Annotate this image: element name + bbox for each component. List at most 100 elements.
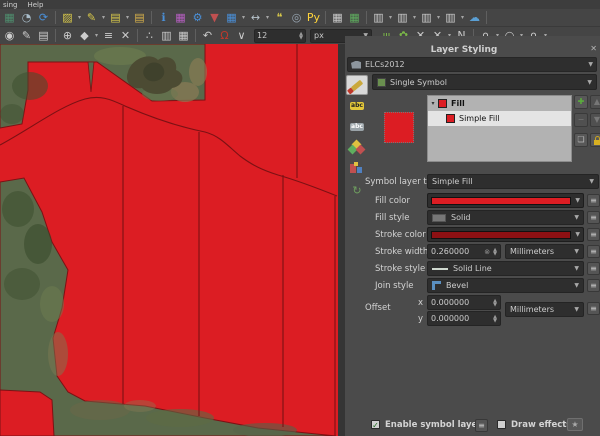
delete-selected-icon[interactable]: ✕ [117,28,134,44]
tree-row-fill[interactable]: ▾ Fill [428,96,571,111]
remove-symbol-layer-button[interactable]: − [574,113,588,127]
stepper-arrows-icon[interactable]: ▲▼ [493,315,497,323]
processing-toolbox-icon[interactable]: ⚙ [189,10,206,26]
clear-value-icon[interactable]: ⊗ [484,248,490,256]
tree-row-label: Fill [451,99,465,108]
enable-symbol-layer-checkbox[interactable]: ✓ [371,420,380,429]
highlight-labels-icon[interactable]: ▥ [394,10,411,26]
data-defined-override-button[interactable]: ≡ [475,419,488,432]
tracing-icon[interactable]: ∨ [233,28,250,44]
3d-view-icon[interactable] [346,138,368,158]
join-style-select[interactable]: Bevel ▼ [427,278,584,293]
add-symbol-layer-button[interactable]: ✚ [574,95,588,109]
stroke-color-label: Stroke color [375,230,426,240]
stepper-arrows-icon[interactable]: ▲▼ [493,299,497,307]
remove-annotation-icon[interactable]: ▤ [107,10,124,26]
map-canvas[interactable] [0,44,338,436]
stroke-width-stepper[interactable]: 0.260000 ⊗ ▲▼ [427,244,501,259]
data-defined-override-button[interactable]: ≡ [587,245,600,258]
map-icon[interactable]: ▦ [1,10,18,26]
symbol-layer-type-select[interactable]: Simple Fill ▼ [427,174,599,189]
close-icon[interactable]: ✕ [590,44,597,53]
cut-features-icon[interactable]: ∴ [141,28,158,44]
show-layout-manager-icon[interactable]: ▦ [346,10,363,26]
callouts-icon[interactable]: abc [346,117,368,137]
panel-splitter[interactable] [338,44,345,436]
menu-item-help[interactable]: Help [27,1,43,9]
stroke-color-button[interactable]: ▼ [427,227,584,242]
stepper-arrows-icon[interactable]: ▲▼ [493,248,497,256]
fill-style-select[interactable]: Solid ▼ [427,210,584,225]
new-print-layout-icon[interactable]: ▦ [329,10,346,26]
layer-select[interactable]: ELCs2012 ▼ [347,57,597,72]
map-tips-icon[interactable]: ❝ [271,10,288,26]
modify-attributes-icon[interactable]: ≡ [100,28,117,44]
snapping-magnet-icon[interactable]: Ω [216,28,233,44]
text-annotation-icon[interactable]: ✎ [83,10,100,26]
fill-color-button[interactable]: ▼ [427,193,584,208]
vertex-tool-icon[interactable]: ◆ [76,28,93,44]
python-console-icon[interactable]: Py [305,10,322,26]
move-up-button[interactable]: ▲ [590,95,600,109]
label-font-size-stepper[interactable]: 12 ▲▼ [254,29,306,43]
copy-features-icon[interactable]: ▥ [158,28,175,44]
attribute-table-icon[interactable]: ▦ [223,10,240,26]
offset-x-stepper[interactable]: 0.000000 ▲▼ [427,295,501,310]
measure-icon[interactable]: ↔ [247,10,264,26]
statistical-summary-icon[interactable]: ▦ [172,10,189,26]
stroke-color-swatch [431,231,571,239]
offset-unit-select[interactable]: Millimeters ▼ [505,302,584,317]
filter-legend-icon[interactable]: ▼ [206,10,223,26]
symbology-icon[interactable] [346,75,368,95]
menu-item-processing[interactable]: sing [3,1,17,9]
tree-row-label: Simple Fill [459,114,500,123]
labels-icon[interactable]: abc [346,96,368,116]
font-size-value[interactable]: 12 [257,31,299,40]
refresh-icon[interactable]: ⟳ [35,10,52,26]
lock-colors-button[interactable] [590,133,600,147]
data-defined-override-button[interactable]: ≡ [587,262,600,275]
move-label-icon[interactable]: ▥ [418,10,435,26]
chevron-down-icon: ▼ [589,178,594,185]
temporal-clock-icon[interactable]: ◔ [18,10,35,26]
data-defined-override-button[interactable]: ≡ [587,228,600,241]
stroke-style-label: Stroke style [375,264,425,274]
undo-icon[interactable]: ↶ [199,28,216,44]
current-edits-icon[interactable]: ◉ [1,28,18,44]
pin-labels-icon[interactable]: ▥ [370,10,387,26]
renderer-select[interactable]: Single Symbol ▼ [372,74,597,90]
join-style-label: Join style [375,281,414,291]
move-down-button[interactable]: ▼ [590,113,600,127]
stroke-style-select[interactable]: Solid Line ▼ [427,261,584,276]
draw-effects-checkbox[interactable] [497,420,506,429]
select-features-icon[interactable]: ▨ [59,10,76,26]
effects-customize-button[interactable]: ★ [567,418,583,431]
offset-y-stepper[interactable]: 0.000000 ▲▼ [427,311,501,326]
add-feature-icon[interactable]: ⊕ [59,28,76,44]
tree-row-simple-fill[interactable]: Simple Fill [428,111,571,126]
identify-features-icon[interactable]: ℹ [155,10,172,26]
paste-features-icon[interactable]: ▦ [175,28,192,44]
symbol-layer-tree[interactable]: ▾ Fill Simple Fill [427,95,572,162]
data-defined-override-button[interactable]: ≡ [587,302,600,315]
cloud-icon[interactable]: ☁ [466,10,483,26]
chevron-down-icon: ▼ [571,231,580,238]
move-annotation-icon[interactable]: ▤ [131,10,148,26]
expander-icon[interactable]: ▾ [428,100,438,107]
stroke-width-unit-select[interactable]: Millimeters ▼ [505,244,584,259]
new-bookmark-icon[interactable]: ◎ [288,10,305,26]
chevron-down-icon: ▼ [574,214,579,221]
stepper-arrows-icon[interactable]: ▲▼ [299,32,303,40]
offset-x-label: x [418,298,423,308]
data-defined-override-button[interactable]: ≡ [587,194,600,207]
digitizing-icons: ◉✎▤⊕◆▾≡✕∴▥▦↶Ω∨ [1,28,250,44]
save-edits-icon[interactable]: ▤ [35,28,52,44]
change-label-icon[interactable]: ▥ [442,10,459,26]
data-defined-override-button[interactable]: ≡ [587,279,600,292]
duplicate-symbol-layer-button[interactable]: ❏ [574,133,588,147]
data-defined-override-button[interactable]: ≡ [587,211,600,224]
line-style-preview [432,268,448,270]
diagrams-icon[interactable] [346,159,368,179]
bevel-join-icon [432,281,441,290]
toggle-editing-icon[interactable]: ✎ [18,28,35,44]
